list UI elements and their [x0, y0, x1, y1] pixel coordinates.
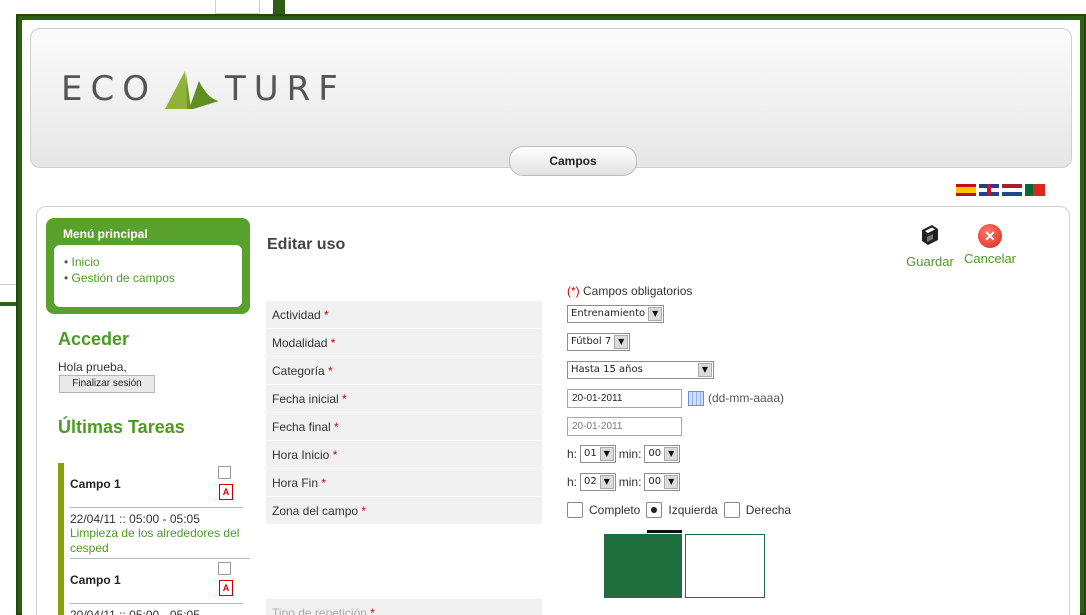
chevron-down-icon: ▼ [599, 447, 614, 461]
uk-flag-icon[interactable] [979, 184, 999, 196]
task-date: 22/04/11 :: 05:00 - 05:05 [70, 507, 243, 526]
left-edge [0, 14, 16, 615]
field-label: Tipo de repetición * [266, 599, 542, 615]
edit-form: Actividad * Entrenamiento ▼ Modalidad * F… [266, 300, 826, 524]
cancel-label: Cancelar [963, 251, 1017, 266]
field-label: Hora Fin * [266, 468, 542, 496]
task-checkbox[interactable] [218, 562, 231, 575]
page-title: Editar uso [267, 236, 346, 253]
hora-fin-hour-select[interactable]: 02 ▼ [580, 473, 616, 491]
ecoturf-logo[interactable]: ECO TURF [61, 65, 346, 113]
task-date: 20/04/11 :: 05:00 - 05:05 [70, 603, 243, 615]
hora-fin-minute-select[interactable]: 00 ▼ [644, 473, 681, 491]
field-label: Categoría * [266, 356, 542, 384]
user-greeting: Hola prueba, [58, 360, 127, 374]
modalidad-select[interactable]: Fútbol 7 ▼ [567, 333, 631, 351]
form-row-hora-fin: Hora Fin * h: 02 ▼ min: 00 ▼ [266, 468, 826, 496]
fecha-inicial-input[interactable] [567, 388, 682, 408]
main-menu: Menú principal Inicio Gestión de campos [46, 218, 250, 314]
top-strip [0, 0, 1086, 30]
recent-tasks-list: Campo 1 A 22/04/11 :: 05:00 - 05:05 Limp… [58, 463, 250, 615]
netherlands-flag-icon[interactable] [1002, 184, 1022, 196]
field-label: Fecha inicial * [266, 384, 542, 412]
form-row-actividad: Actividad * Entrenamiento ▼ [266, 300, 826, 328]
menu-item-gestion-campos[interactable]: Gestión de campos [64, 271, 242, 285]
field-label: Fecha final * [266, 412, 542, 440]
logout-button[interactable]: Finalizar sesión [59, 375, 155, 393]
field-zone-preview [604, 534, 765, 598]
logo-text-left: ECO [61, 69, 157, 109]
form-row-zona: Zona del campo * Completo Izquierda Dere… [266, 496, 826, 524]
zona-radio-completo[interactable]: Completo [567, 502, 640, 518]
minute-label: min: [618, 475, 642, 489]
field-label: Actividad * [266, 300, 542, 328]
categoria-select[interactable]: Hasta 15 años ▼ [567, 361, 714, 379]
spain-flag-icon[interactable] [956, 184, 976, 196]
login-heading: Acceder [58, 329, 130, 349]
chevron-down-icon: ▼ [698, 363, 712, 377]
zona-radio-derecha[interactable]: Derecha [723, 502, 791, 518]
required-note: (*) Campos obligatorios [567, 284, 692, 298]
task-checkbox[interactable] [218, 466, 231, 479]
edge-notch [0, 284, 16, 306]
cancel-button[interactable]: ✕ Cancelar [960, 224, 1020, 266]
required-marker: (*) [567, 284, 580, 298]
date-format-hint: (dd-mm-aaaa) [708, 391, 785, 405]
zona-radio-izquierda[interactable]: Izquierda [646, 502, 718, 518]
logo-text-right: TURF [224, 69, 346, 109]
menu-item-inicio[interactable]: Inicio [64, 255, 242, 269]
pdf-icon[interactable]: A [219, 580, 233, 596]
floppy-disk-icon [922, 225, 938, 245]
form-row-tipo-repeticion: Tipo de repetición * [266, 599, 826, 615]
zone-right-half[interactable] [685, 534, 765, 598]
form-row-hora-inicio: Hora Inicio * h: 01 ▼ min: 00 ▼ [266, 440, 826, 468]
portugal-flag-icon[interactable] [1025, 184, 1045, 196]
field-label: Hora Inicio * [266, 440, 542, 468]
zone-selection-marker [647, 530, 682, 533]
recent-tasks-heading: Últimas Tareas [58, 417, 185, 437]
hour-label: h: [567, 475, 578, 489]
radio-icon [723, 502, 740, 518]
chevron-down-icon: ▼ [648, 307, 663, 321]
site-header: ECO TURF Campos [30, 28, 1072, 176]
task-item: Campo 1 A 20/04/11 :: 05:00 - 05:05 [64, 559, 243, 615]
leaf-logo-icon [164, 71, 219, 109]
menu-list: Inicio Gestión de campos [54, 245, 242, 307]
chevron-down-icon: ▼ [599, 475, 614, 489]
field-label: Modalidad * [266, 328, 542, 356]
menu-title: Menú principal [63, 227, 148, 241]
language-flags [956, 184, 1045, 196]
save-label: Guardar [906, 254, 954, 269]
form-row-fecha-final: Fecha final * [266, 412, 826, 440]
radio-selected-icon [646, 502, 663, 518]
zone-left-half[interactable] [604, 534, 682, 598]
chevron-down-icon: ▼ [614, 335, 629, 349]
hora-inicio-minute-select[interactable]: 00 ▼ [644, 445, 681, 463]
required-text: Campos obligatorios [579, 284, 693, 298]
pdf-icon[interactable]: A [219, 484, 233, 500]
page: ECO TURF Campos Menú principal Inicio Ge… [22, 20, 1080, 615]
minute-label: min: [618, 447, 642, 461]
radio-icon [567, 502, 583, 518]
chevron-down-icon: ▼ [664, 447, 679, 461]
fecha-final-input[interactable] [567, 416, 682, 436]
hora-inicio-hour-select[interactable]: 01 ▼ [580, 445, 616, 463]
tab-campos[interactable]: Campos [509, 146, 637, 176]
task-item: Campo 1 A 22/04/11 :: 05:00 - 05:05 Limp… [64, 463, 250, 559]
field-label: Zona del campo * [266, 496, 542, 524]
chevron-down-icon: ▼ [664, 475, 679, 489]
form-row-fecha-inicial: Fecha inicial * (dd-mm-aaaa) [266, 384, 826, 412]
form-row-modalidad: Modalidad * Fútbol 7 ▼ [266, 328, 826, 356]
actividad-select[interactable]: Entrenamiento ▼ [567, 305, 665, 323]
task-description[interactable]: Limpieza de los alrededores del cesped [70, 526, 250, 559]
browser-tab-fragment [215, 0, 260, 14]
calendar-icon[interactable] [688, 390, 704, 406]
save-button[interactable]: Guardar [902, 224, 958, 269]
form-row-categoria: Categoría * Hasta 15 años ▼ [266, 356, 826, 384]
hour-label: h: [567, 447, 578, 461]
cancel-x-icon: ✕ [978, 224, 1002, 248]
